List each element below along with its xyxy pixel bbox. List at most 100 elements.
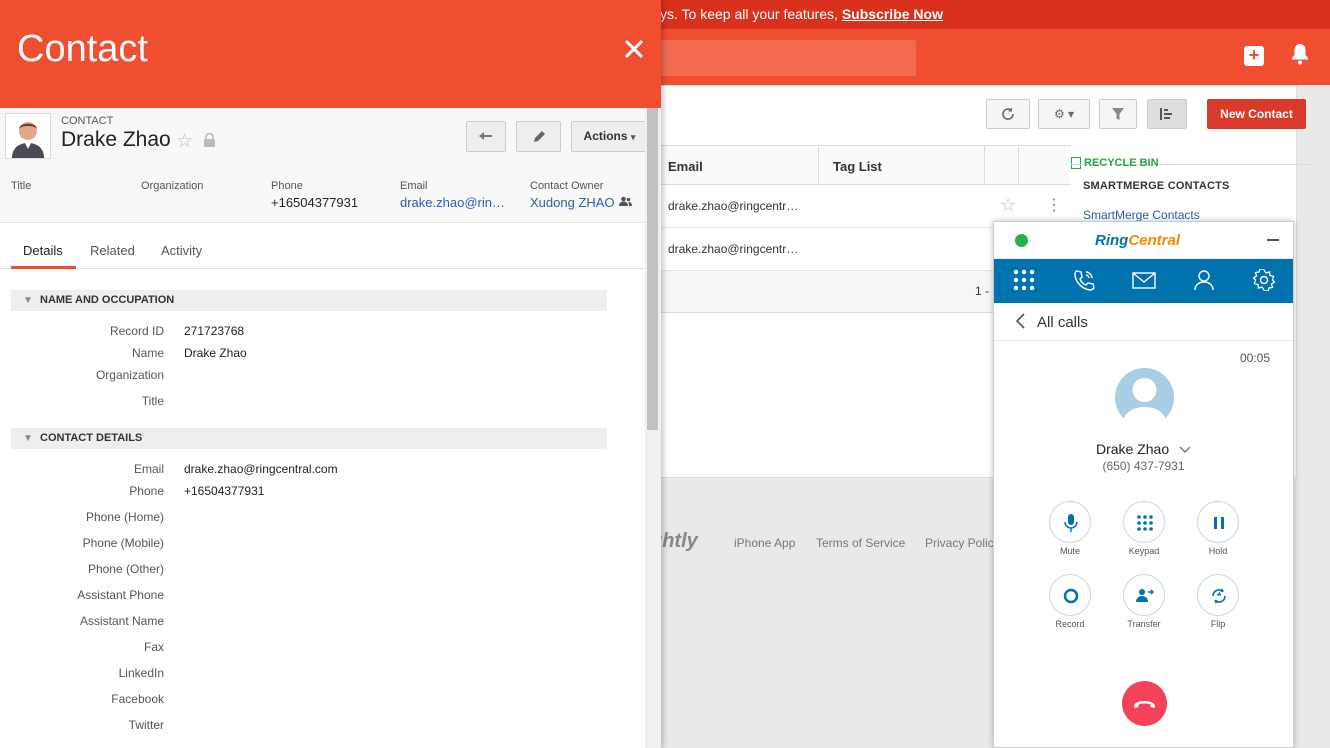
field-phone-value: +16504377931 (271, 195, 359, 210)
ringcentral-logo: RingCentral (1095, 232, 1181, 249)
field-value: 271723768 (184, 324, 245, 338)
active-tab-indicator (11, 266, 76, 269)
caret-down-icon: ▾ (630, 132, 636, 142)
chevron-down-icon: ▼ (23, 295, 33, 306)
global-search-input[interactable] (640, 40, 916, 76)
more-icon[interactable]: ⋮ (1046, 195, 1062, 215)
actions-label: Actions (583, 129, 628, 143)
mute-label: Mute (1059, 546, 1080, 556)
footer-privacy-link[interactable]: Privacy Polic (925, 536, 994, 550)
scrollbar-thumb[interactable] (647, 108, 658, 430)
back-button[interactable] (466, 121, 506, 152)
recycle-bin-icon (1071, 157, 1081, 169)
field-value: +16504377931 (184, 484, 265, 498)
contacts-icon[interactable] (1193, 269, 1215, 291)
keypad-label: Keypad (1128, 546, 1160, 556)
flip-label: Flip (1210, 619, 1226, 629)
field-owner-value[interactable]: Xudong ZHAO (530, 195, 615, 210)
field-label: Twitter (128, 718, 164, 732)
add-icon[interactable]: + (1244, 46, 1264, 66)
presence-status-dot[interactable] (1015, 234, 1028, 247)
smartmerge-link[interactable]: SmartMerge Contacts (1083, 208, 1200, 222)
caller-avatar (1115, 368, 1174, 427)
keypad-icon (1137, 515, 1153, 531)
field-value: Drake Zhao (184, 346, 247, 360)
field-label: Record ID (109, 324, 164, 338)
refresh-button[interactable] (986, 99, 1030, 129)
record-button[interactable] (1049, 574, 1091, 616)
field-owner-label: Contact Owner (530, 180, 604, 192)
all-calls-label[interactable]: All calls (1037, 314, 1088, 331)
field-email-label: Email (400, 180, 428, 192)
caller-name-row[interactable]: Drake Zhao (994, 441, 1293, 457)
keypad-button[interactable] (1123, 501, 1165, 543)
field-label: Organization (95, 368, 164, 382)
field-value[interactable]: drake.zhao@ringcentral.com (184, 462, 338, 476)
ringcentral-widget: RingCentral All calls 00:05 Drake Zhao (… (993, 221, 1294, 748)
row-email[interactable]: drake.zhao@ringcentr… (668, 242, 798, 256)
hangup-button[interactable] (1122, 681, 1167, 726)
messages-icon[interactable] (1132, 269, 1156, 291)
filter-button[interactable] (1099, 99, 1137, 129)
lock-icon[interactable] (203, 132, 216, 147)
pause-icon (1214, 517, 1224, 529)
drawer-title: Contact (17, 28, 148, 70)
hold-label: Hold (1208, 546, 1228, 556)
field-phone-label: Phone (271, 180, 303, 192)
tab-related[interactable]: Related (90, 243, 135, 258)
new-contact-button[interactable]: New Contact (1207, 99, 1306, 129)
section-contact-details[interactable]: ▼ CONTACT DETAILS (11, 428, 607, 449)
record-label: Record (1055, 619, 1085, 629)
record-tabs: Details Related Activity (0, 223, 645, 269)
dialpad-icon[interactable] (1013, 269, 1035, 291)
tab-details[interactable]: Details (23, 243, 63, 258)
transfer-icon (1136, 589, 1155, 602)
all-calls-back[interactable]: All calls (994, 303, 1293, 341)
column-email[interactable]: Email (668, 159, 703, 174)
settings-dropdown-button[interactable]: ⚙ ▾ (1038, 99, 1090, 129)
star-icon[interactable]: ☆ (1000, 195, 1016, 216)
section-heading: NAME AND OCCUPATION (40, 294, 175, 306)
row-email[interactable]: drake.zhao@ringcentr… (668, 199, 798, 213)
column-tag-list[interactable]: Tag List (833, 159, 882, 174)
contact-drawer: Contact CONTACT Drake Zhao ☆ Actions ▾ T… (0, 0, 661, 748)
chevron-left-icon[interactable] (1015, 313, 1026, 329)
bell-icon[interactable] (1290, 43, 1310, 67)
field-email-value[interactable]: drake.zhao@rin… (400, 195, 512, 210)
minimize-icon[interactable] (1267, 239, 1279, 241)
columns-toggle-button[interactable] (1147, 99, 1187, 129)
mute-button[interactable] (1049, 501, 1091, 543)
footer-terms-link[interactable]: Terms of Service (816, 536, 905, 550)
drawer-header: Contact (0, 0, 661, 108)
chevron-down-icon[interactable] (1179, 441, 1191, 457)
field-label: Phone (Mobile) (82, 536, 164, 550)
field-label: Fax (143, 640, 164, 654)
hold-button[interactable] (1197, 501, 1239, 543)
record-icon (1063, 588, 1079, 604)
edit-button[interactable] (516, 121, 561, 152)
actions-dropdown-button[interactable]: Actions ▾ (571, 121, 648, 152)
caller-name[interactable]: Drake Zhao (1096, 441, 1169, 457)
field-label: Phone (Home) (85, 510, 164, 524)
flip-button[interactable] (1197, 574, 1239, 616)
field-label: Name (131, 346, 164, 360)
footer-iphone-app-link[interactable]: iPhone App (734, 536, 795, 550)
microphone-icon (1064, 514, 1078, 532)
record-summary: CONTACT Drake Zhao ☆ Actions ▾ Title Org… (0, 108, 648, 223)
transfer-button[interactable] (1123, 574, 1165, 616)
field-label: Phone (Other) (87, 562, 164, 576)
tab-activity[interactable]: Activity (161, 243, 202, 258)
widget-nav (994, 259, 1293, 303)
field-label: Assistant Name (79, 614, 164, 628)
section-name-occupation[interactable]: ▼ NAME AND OCCUPATION (11, 290, 607, 311)
calls-icon[interactable] (1073, 269, 1095, 291)
recycle-bin-link[interactable]: RECYCLE BIN (1084, 157, 1159, 169)
field-organization-label: Organization (141, 180, 204, 192)
star-icon[interactable]: ☆ (176, 130, 193, 153)
avatar (5, 113, 51, 159)
close-icon[interactable] (620, 34, 648, 62)
drawer-scrollbar[interactable] (645, 108, 661, 748)
section-heading: CONTACT DETAILS (40, 432, 143, 444)
settings-icon[interactable] (1252, 267, 1276, 293)
subscribe-now-link[interactable]: Subscribe Now (842, 6, 943, 22)
